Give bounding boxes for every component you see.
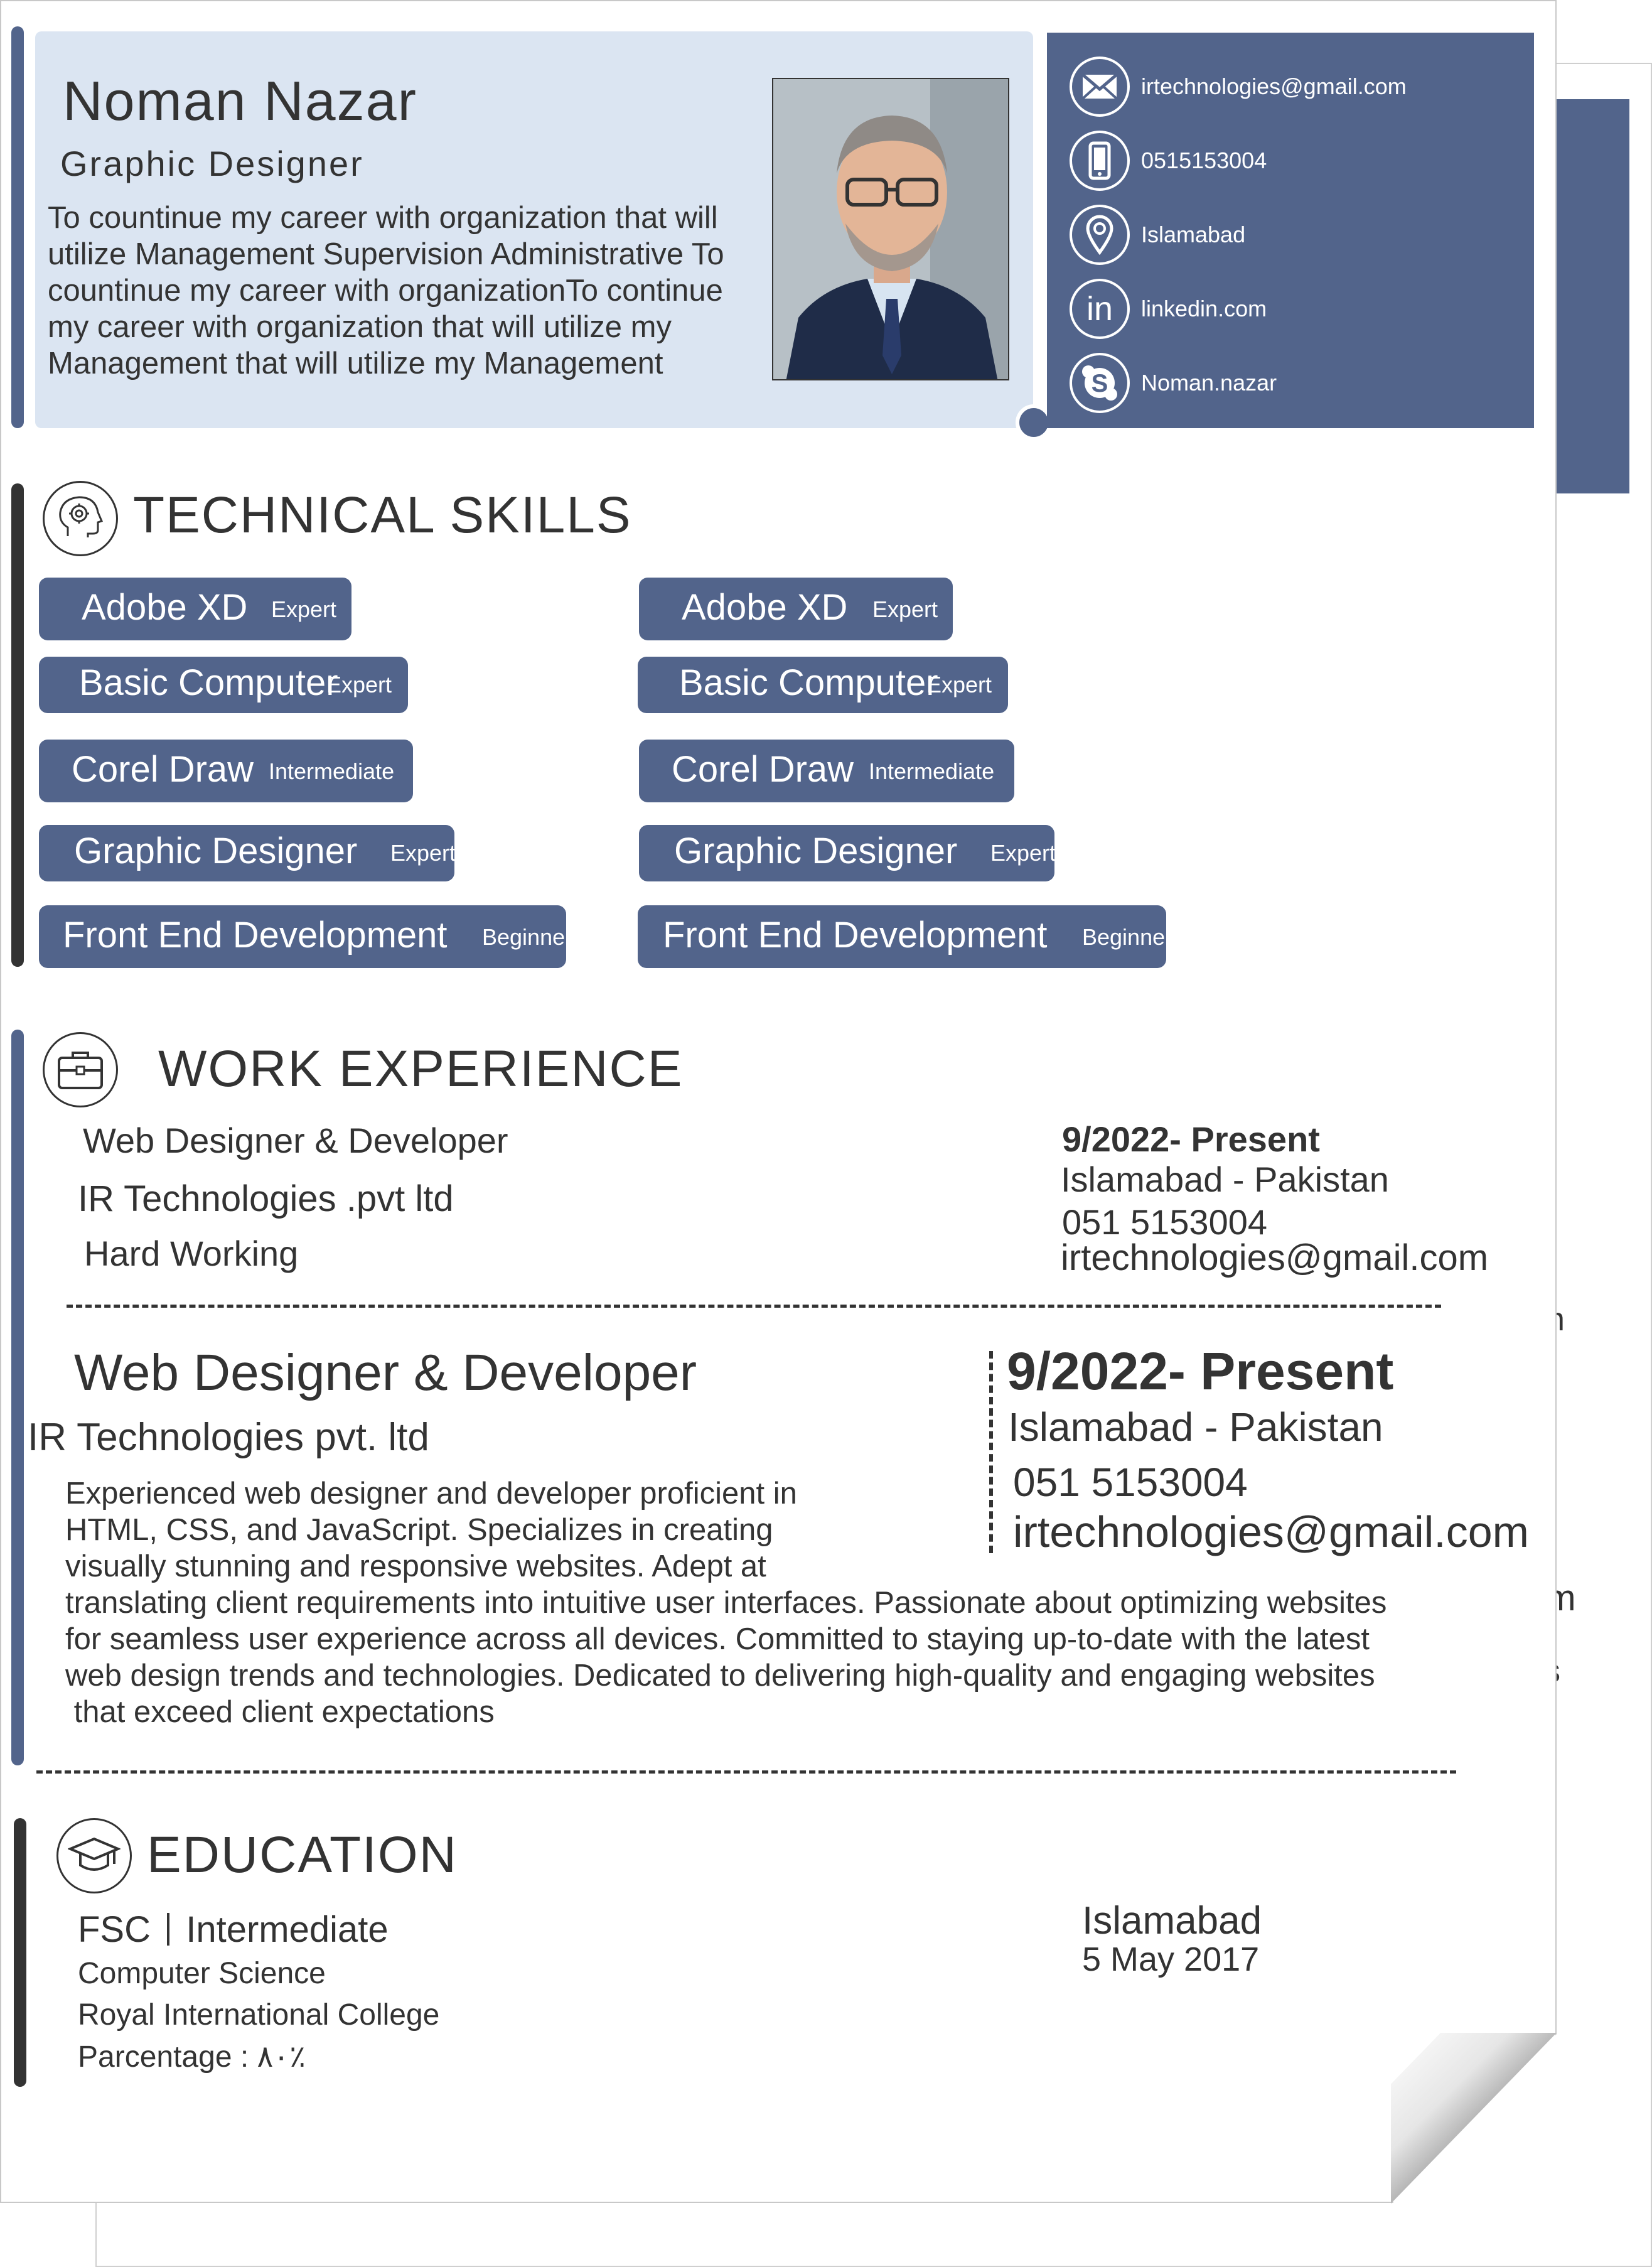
contact-email: irtechnologies@gmail.com xyxy=(1141,73,1407,99)
skill-pill: Graphic Designer Expert xyxy=(639,825,1056,881)
linkedin-icon: in xyxy=(1070,279,1130,339)
education-percentage: Parcentage : ۸۰٪ xyxy=(78,2040,306,2074)
skill-name: Adobe XD xyxy=(682,587,848,628)
svg-text:S: S xyxy=(1092,370,1108,397)
job-role: Graphic Designer xyxy=(60,144,364,183)
career-objective: To countinue my career with organization… xyxy=(48,201,724,380)
contact-email-row[interactable]: irtechnologies@gmail.com xyxy=(1070,57,1407,117)
contact-linkedin: linkedin.com xyxy=(1141,296,1267,321)
skill-level: Beginner xyxy=(1082,924,1165,950)
location-pin-icon xyxy=(1070,205,1130,265)
skill-pill: Adobe XD Expert xyxy=(39,578,351,640)
vertical-divider xyxy=(989,1351,993,1553)
job1-date: 9/2022- Present xyxy=(1062,1119,1320,1159)
skill-name: Adobe XD xyxy=(82,587,248,628)
skills-heading: TECHNICAL SKILLS xyxy=(133,487,632,544)
description-line: translating client requirements into int… xyxy=(65,1586,1387,1620)
profile-photo xyxy=(772,78,1009,380)
job1-company: IR Technologies .pvt ltd xyxy=(78,1178,454,1219)
education-qualification: FSC Intermediate xyxy=(78,1909,389,1951)
skill-level: Expert xyxy=(926,672,992,697)
graduation-cap-icon xyxy=(56,1818,132,1893)
skill-level: Intermediate xyxy=(869,758,995,784)
skill-pill: Corel Draw Intermediate xyxy=(639,740,1014,802)
contact-phone: 0515153004 xyxy=(1141,148,1267,173)
back-page-band xyxy=(1555,99,1629,493)
skill-name: Graphic Designer xyxy=(74,831,358,871)
education-date: 5 May 2017 xyxy=(1082,1941,1260,1978)
contact-location: Islamabad xyxy=(1141,222,1246,247)
work-heading: WORK EXPERIENCE xyxy=(158,1040,684,1097)
skill-level: Expert xyxy=(390,840,456,866)
description-line: that exceed client expectations xyxy=(65,1695,495,1729)
skill-name: Basic Computer xyxy=(79,662,338,703)
skill-pill: Corel Draw Intermediate xyxy=(39,740,413,802)
job2-date: 9/2022- Present xyxy=(1007,1342,1394,1401)
job1-email: irtechnologies@gmail.com xyxy=(1061,1237,1489,1278)
full-name: Noman Nazar xyxy=(63,70,417,132)
job2-location: Islamabad - Pakistan xyxy=(1008,1404,1383,1450)
skill-name: Corel Draw xyxy=(672,749,854,790)
contact-location-row[interactable]: Islamabad xyxy=(1070,205,1245,265)
contact-skype-row[interactable]: S Noman.nazar xyxy=(1070,353,1277,413)
skill-pill: Front End Development Beginner xyxy=(39,905,566,968)
skill-name: Front End Development xyxy=(663,915,1048,956)
skill-level: Expert xyxy=(990,840,1056,866)
brain-gear-icon xyxy=(43,481,118,556)
education-degree: FSC xyxy=(78,1909,151,1950)
education-level: Intermediate xyxy=(186,1909,389,1950)
skill-name: Front End Development xyxy=(63,915,448,956)
phone-icon xyxy=(1070,131,1130,191)
skill-name: Graphic Designer xyxy=(674,831,958,871)
contact-panel: irtechnologies@gmail.com 0515153004 Isla… xyxy=(1047,33,1534,428)
briefcase-icon xyxy=(43,1032,118,1107)
header-accent-bar xyxy=(11,26,24,428)
job2-company: IR Technologies pvt. ltd xyxy=(28,1416,429,1459)
description-line: web design trends and technologies. Dedi… xyxy=(65,1659,1375,1693)
education-field: Computer Science xyxy=(78,1957,326,1990)
job2-email: irtechnologies@gmail.com xyxy=(1013,1507,1529,1556)
contact-skype: Noman.nazar xyxy=(1141,370,1277,396)
description-line: for seamless user experience across all … xyxy=(65,1622,1370,1656)
skill-pill: Basic Computer Expert xyxy=(638,657,1008,713)
skill-level: Beginner xyxy=(482,924,565,950)
skill-name: Corel Draw xyxy=(72,749,254,790)
skill-pill: Basic Computer Expert xyxy=(39,657,408,713)
skill-pill: Adobe XD Expert xyxy=(639,578,953,640)
divider xyxy=(67,1305,1441,1308)
skill-level: Expert xyxy=(326,672,392,697)
job1-location: Islamabad - Pakistan xyxy=(1061,1160,1389,1199)
job2-phone: 051 5153004 xyxy=(1013,1460,1248,1505)
job2-title: Web Designer & Developer xyxy=(74,1344,697,1401)
divider xyxy=(36,1770,1456,1774)
contact-phone-row[interactable]: 0515153004 xyxy=(1070,131,1267,191)
mail-icon xyxy=(1070,57,1130,117)
skill-level: Expert xyxy=(872,596,938,622)
education-college: Royal International College xyxy=(78,1998,440,2032)
education-heading: EDUCATION xyxy=(147,1826,458,1883)
skill-pill: Graphic Designer Expert xyxy=(39,825,456,881)
skills-accent-bar xyxy=(11,483,24,967)
skill-pill: Front End Development Beginner xyxy=(638,905,1166,968)
skill-level: Expert xyxy=(271,596,337,622)
skill-name: Basic Computer xyxy=(679,662,938,703)
education-city: Islamabad xyxy=(1082,1899,1262,1942)
job1-title: Web Designer & Developer xyxy=(83,1121,508,1160)
skill-level: Intermediate xyxy=(269,758,395,784)
skype-icon: S xyxy=(1070,353,1130,413)
education-accent-bar xyxy=(14,1818,26,2087)
work-accent-bar xyxy=(11,1030,24,1765)
job1-note: Hard Working xyxy=(84,1234,299,1273)
contact-linkedin-row[interactable]: in linkedin.com xyxy=(1070,279,1267,339)
separator xyxy=(167,1913,170,1946)
